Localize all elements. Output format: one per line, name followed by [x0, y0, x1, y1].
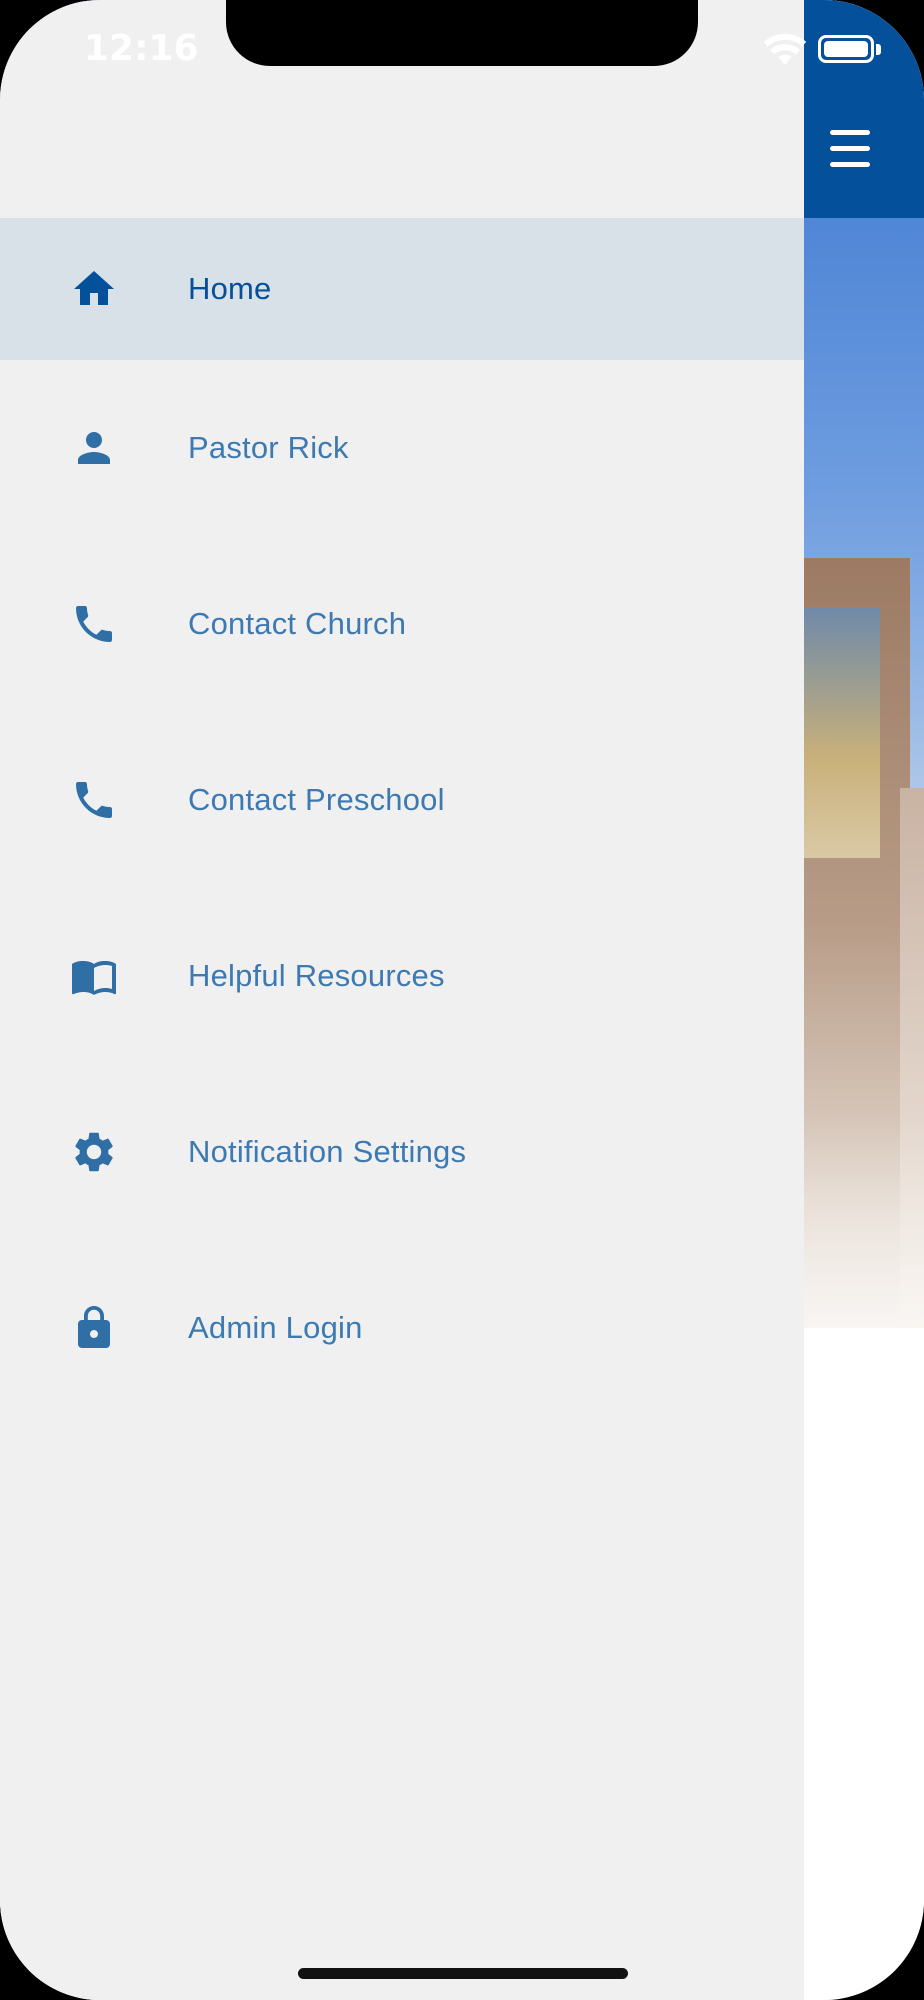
- menu-item-label: Admin Login: [188, 1310, 363, 1345]
- book-icon: [66, 948, 122, 1004]
- bell-image: [800, 608, 880, 858]
- person-icon: [66, 420, 122, 476]
- menu-item-pastor-rick[interactable]: Pastor Rick: [0, 360, 804, 536]
- phone-frame: Home Pastor Rick Contact Church Contact …: [0, 0, 924, 2000]
- menu-item-notification-settings[interactable]: Notification Settings: [0, 1064, 804, 1240]
- lock-icon: [66, 1300, 122, 1356]
- drawer-menu-list: Home Pastor Rick Contact Church Contact …: [0, 218, 804, 1416]
- menu-item-label: Contact Church: [188, 606, 407, 641]
- menu-item-contact-church[interactable]: Contact Church: [0, 536, 804, 712]
- hamburger-menu-icon[interactable]: [822, 126, 878, 174]
- menu-item-label: Helpful Resources: [188, 958, 445, 993]
- menu-item-contact-preschool[interactable]: Contact Preschool: [0, 712, 804, 888]
- menu-item-label: Contact Preschool: [188, 782, 445, 817]
- menu-item-label: Notification Settings: [188, 1134, 467, 1169]
- menu-item-helpful-resources[interactable]: Helpful Resources: [0, 888, 804, 1064]
- menu-item-label: Home: [188, 271, 272, 306]
- screen: Home Pastor Rick Contact Church Contact …: [0, 0, 924, 2000]
- navigation-drawer: Home Pastor Rick Contact Church Contact …: [0, 0, 804, 2000]
- menu-item-admin-login[interactable]: Admin Login: [0, 1240, 804, 1416]
- phone-icon: [66, 772, 122, 828]
- menu-item-home[interactable]: Home: [0, 218, 804, 360]
- menu-item-label: Pastor Rick: [188, 430, 349, 465]
- home-icon: [66, 261, 122, 317]
- home-indicator[interactable]: [298, 1968, 628, 1979]
- phone-icon: [66, 596, 122, 652]
- gear-icon: [66, 1124, 122, 1180]
